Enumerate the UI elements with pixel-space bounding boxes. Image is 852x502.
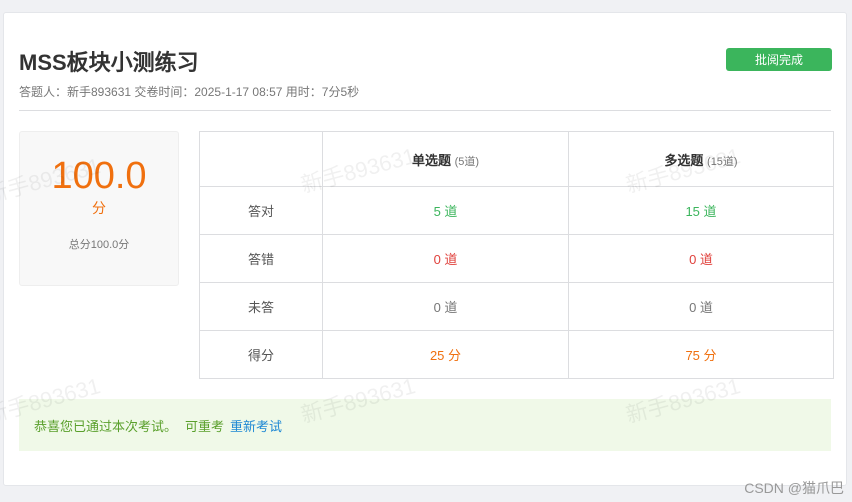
score-summary: 100.0 分 总分100.0分: [19, 131, 179, 286]
score-total: 总分100.0分: [68, 239, 130, 251]
table-row-unanswered: 未答 0 道 0 道: [199, 282, 834, 331]
score-value: 100.0: [51, 155, 147, 197]
table-cell: 0 道: [568, 282, 834, 331]
result-table: 单选题 (5道) 多选题 (15道) 答对 5 道 15 道 答错 0 道 0 …: [199, 131, 834, 379]
page-title: MSS板块小测练习: [19, 50, 199, 75]
review-complete-button[interactable]: 批阅完成: [726, 48, 832, 71]
table-row-wrong: 答错 0 道 0 道: [199, 234, 834, 283]
row-label: 未答: [199, 282, 323, 331]
retake-exam-link[interactable]: 重新考试: [230, 416, 282, 435]
column-header-label: 多选题: [664, 152, 704, 168]
table-cell: 0 道: [322, 282, 569, 331]
column-header-count: (5道): [454, 155, 480, 168]
table-cell: 0 道: [568, 234, 834, 283]
table-row-score: 得分 25 分 75 分: [199, 330, 834, 379]
row-label: 答对: [199, 186, 323, 235]
column-header-multiple-choice: 多选题 (15道): [568, 131, 834, 187]
table-cell: 0 道: [322, 234, 569, 283]
row-label: 答错: [199, 234, 323, 283]
csdn-credit: CSDN @猫爪巴: [744, 480, 844, 496]
table-cell: 5 道: [322, 186, 569, 235]
column-header-count: (15道): [707, 155, 738, 168]
row-label: 得分: [199, 330, 323, 379]
table-row-correct: 答对 5 道 15 道: [199, 186, 834, 235]
retake-label: 可重考: [185, 418, 225, 434]
table-header-empty: [199, 131, 323, 187]
table-cell: 15 道: [568, 186, 834, 235]
header-divider: [19, 110, 831, 111]
result-card: MSS板块小测练习 答题人：新手893631 交卷时间：2025-1-17 08…: [0, 12, 847, 486]
score-unit: 分: [92, 200, 106, 216]
table-cell: 75 分: [568, 330, 834, 379]
table-header-row: 单选题 (5道) 多选题 (15道): [199, 131, 834, 187]
column-header-single-choice: 单选题 (5道): [322, 131, 569, 187]
table-cell: 25 分: [322, 330, 569, 379]
exam-meta-info: 答题人：新手893631 交卷时间：2025-1-17 08:57 用时：7分5…: [19, 85, 360, 99]
column-header-label: 单选题: [411, 152, 451, 168]
pass-notice: 恭喜您已通过本次考试。 可重考 重新考试: [19, 399, 831, 451]
pass-message: 恭喜您已通过本次考试。: [34, 418, 178, 434]
